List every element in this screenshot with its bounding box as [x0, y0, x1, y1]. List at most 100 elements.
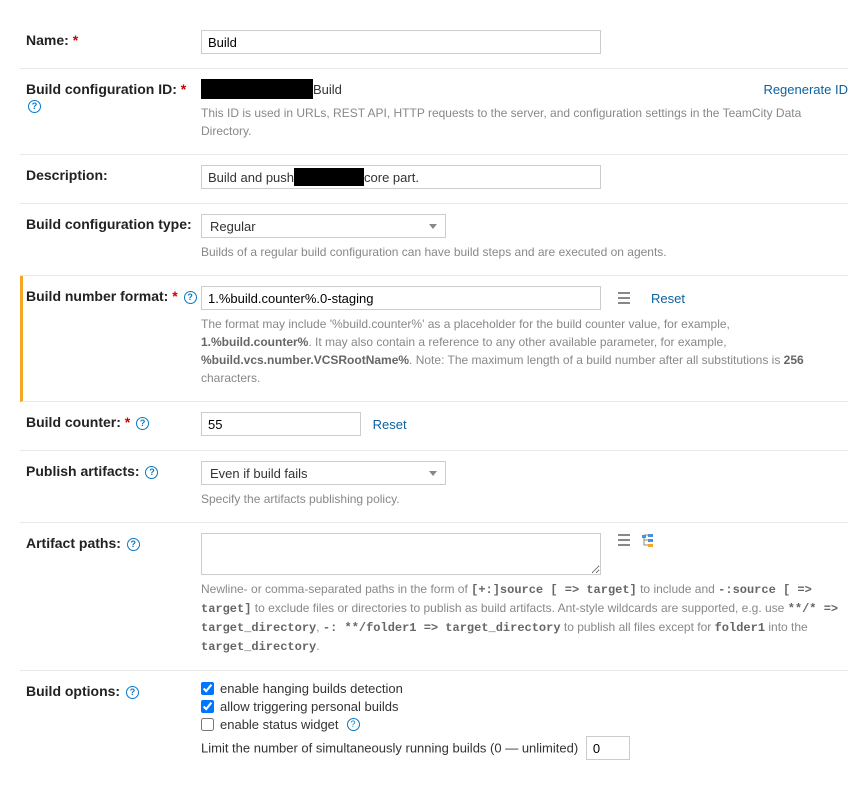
required-asterisk: * [73, 32, 78, 48]
reset-bnf-link[interactable]: Reset [651, 291, 685, 306]
hint-text: . Note: The maximum length of a build nu… [409, 353, 784, 367]
tree-icon[interactable] [641, 533, 655, 547]
label-publish-artifacts: Publish artifacts: ? [26, 461, 201, 479]
value-col-publish: Even if build fails Specify the artifact… [201, 461, 848, 508]
hint-text: characters. [201, 371, 260, 385]
build-id-line: Build Regenerate ID [201, 79, 848, 99]
checkbox-hanging[interactable] [201, 682, 214, 695]
publish-hint: Specify the artifacts publishing policy. [201, 490, 841, 508]
description-prefix: Build and push [208, 170, 294, 185]
label-text: Build number format: [26, 288, 168, 304]
list-icon[interactable] [617, 533, 631, 547]
help-icon[interactable]: ? [136, 417, 149, 430]
row-description: Description: Build and push core part. [20, 155, 848, 204]
help-icon[interactable]: ? [347, 718, 360, 731]
required-asterisk: * [125, 414, 130, 430]
opt-personal-builds[interactable]: allow triggering personal builds [201, 699, 848, 714]
hint-mono: folder1 [715, 621, 765, 635]
value-col-build-id: Build Regenerate ID This ID is used in U… [201, 79, 848, 140]
hint-mono: target_directory [201, 640, 316, 654]
hint-bold: 256 [784, 353, 804, 367]
value-col-description: Build and push core part. [201, 165, 848, 189]
hint-text: The format may include '%build.counter%'… [201, 317, 730, 331]
value-col-counter: Reset [201, 412, 848, 436]
row-artifact-paths: Artifact paths: ? Newline- or comma-sepa… [20, 523, 848, 671]
label-text: Build counter: [26, 414, 121, 430]
list-icon[interactable] [617, 291, 631, 305]
opt-label: enable hanging builds detection [220, 681, 403, 696]
limit-input[interactable] [586, 736, 630, 760]
checkbox-status[interactable] [201, 718, 214, 731]
help-icon[interactable]: ? [184, 291, 197, 304]
bnf-input-row: Reset [201, 286, 848, 310]
label-artifact-paths: Artifact paths: ? [26, 533, 201, 551]
opt-label: enable status widget [220, 717, 339, 732]
value-col-options: enable hanging builds detection allow tr… [201, 681, 848, 760]
limit-label: Limit the number of simultaneously runni… [201, 741, 578, 756]
artifact-hint: Newline- or comma-separated paths in the… [201, 580, 841, 656]
row-config-type: Build configuration type: Regular Builds… [20, 204, 848, 276]
reset-counter-link[interactable]: Reset [373, 417, 407, 432]
help-icon[interactable]: ? [126, 686, 139, 699]
build-number-format-input[interactable] [201, 286, 601, 310]
hint-text: to exclude files or directories to publi… [251, 601, 787, 615]
row-build-options: Build options: ? enable hanging builds d… [20, 671, 848, 774]
description-suffix: core part. [364, 170, 419, 185]
label-text: Publish artifacts: [26, 463, 140, 479]
label-description: Description: [26, 165, 201, 183]
hint-text: to include and [637, 582, 718, 596]
help-icon[interactable]: ? [28, 100, 41, 113]
description-input-wrap[interactable]: Build and push core part. [201, 165, 601, 189]
checkbox-personal[interactable] [201, 700, 214, 713]
label-text: Build options: [26, 683, 120, 699]
hint-bold: %build.vcs.number.VCSRootName% [201, 353, 409, 367]
hint-text: . It may also contain a reference to any… [308, 335, 726, 349]
hint-mono: [+:]source [ => target] [471, 583, 637, 597]
hint-text: , [316, 620, 323, 634]
hint-text: . [316, 639, 319, 653]
label-text: Build configuration ID: [26, 81, 177, 97]
hint-mono: -: **/folder1 => target_directory [323, 621, 561, 635]
row-build-id: Build configuration ID: * ? Build Regene… [20, 69, 848, 155]
select-value: Even if build fails [210, 466, 308, 481]
redacted-mid [294, 168, 364, 186]
publish-artifacts-select[interactable]: Even if build fails [201, 461, 446, 485]
config-type-select[interactable]: Regular [201, 214, 446, 238]
row-name: Name: * [20, 20, 848, 69]
bnf-hint: The format may include '%build.counter%'… [201, 315, 841, 387]
label-name: Name: * [26, 30, 201, 48]
config-type-hint: Builds of a regular build configuration … [201, 243, 841, 261]
help-icon[interactable]: ? [145, 466, 158, 479]
help-icon[interactable]: ? [127, 538, 140, 551]
required-asterisk: * [181, 81, 186, 97]
name-input[interactable] [201, 30, 601, 54]
required-asterisk: * [172, 288, 177, 304]
label-text: Artifact paths: [26, 535, 121, 551]
row-publish-artifacts: Publish artifacts: ? Even if build fails… [20, 451, 848, 523]
value-col-bnf: Reset The format may include '%build.cou… [201, 286, 848, 387]
label-config-type: Build configuration type: [26, 214, 201, 232]
hint-bold: 1.%build.counter% [201, 335, 308, 349]
row-build-counter: Build counter: * ? Reset [20, 402, 848, 451]
build-counter-input[interactable] [201, 412, 361, 436]
artifact-paths-textarea[interactable] [201, 533, 601, 575]
opt-hanging-builds[interactable]: enable hanging builds detection [201, 681, 848, 696]
label-text: Name: [26, 32, 69, 48]
value-col-artifact: Newline- or comma-separated paths in the… [201, 533, 848, 656]
label-build-id: Build configuration ID: * ? [26, 79, 201, 113]
value-col-name [201, 30, 848, 54]
row-build-number-format: Build number format: * ? Reset The forma… [20, 276, 848, 402]
label-build-number-format: Build number format: * ? [26, 286, 201, 304]
regenerate-id-link[interactable]: Regenerate ID [763, 82, 848, 97]
select-value: Regular [210, 219, 256, 234]
redacted-prefix [201, 79, 313, 99]
label-build-options: Build options: ? [26, 681, 201, 699]
chevron-down-icon [429, 471, 437, 476]
build-id-suffix: Build [313, 82, 342, 97]
limit-line: Limit the number of simultaneously runni… [201, 736, 848, 760]
opt-label: allow triggering personal builds [220, 699, 399, 714]
hint-text: into the [765, 620, 808, 634]
opt-status-widget[interactable]: enable status widget ? [201, 717, 848, 732]
chevron-down-icon [429, 224, 437, 229]
hint-text: to publish all files except for [561, 620, 715, 634]
